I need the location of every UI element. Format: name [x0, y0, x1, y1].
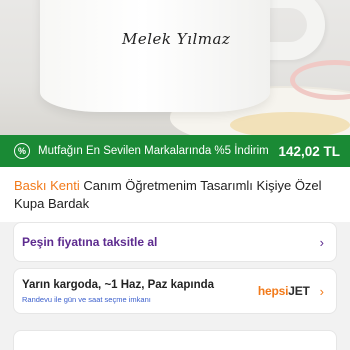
hepsijet-suffix: JET [288, 284, 310, 298]
shipping-card[interactable]: Yarın kargoda, ~1 Haz, Paz kapında Rande… [13, 268, 337, 314]
campaign-text: Mutfağın En Sevilen Markalarında %5 İndi… [38, 145, 269, 157]
installment-label: Peşin fiyatına taksitle al [22, 235, 158, 249]
product-price: 142,02 TL [278, 143, 340, 159]
campaign-bar[interactable]: % Mutfağın En Sevilen Markalarında %5 İn… [0, 135, 350, 167]
mug-body [40, 0, 270, 112]
chevron-right-icon: › [319, 283, 324, 299]
percent-badge-icon: % [14, 143, 30, 159]
shipping-title: Yarın kargoda, ~1 Haz, Paz kapında [22, 278, 215, 291]
hepsijet-logo: hepsiJET [258, 284, 310, 298]
mug-personalized-text: Melek Yılmaz [122, 30, 231, 48]
chevron-right-icon: › [319, 234, 324, 250]
plate-food-decoration [230, 112, 350, 135]
shipping-info: Yarın kargoda, ~1 Haz, Paz kapında Rande… [22, 279, 258, 304]
installment-card[interactable]: Peşin fiyatına taksitle al › [13, 222, 337, 262]
next-card [13, 330, 337, 350]
product-page: Melek Yılmaz % Mutfağın En Sevilen Marka… [0, 0, 350, 350]
hepsijet-prefix: hepsi [257, 284, 289, 298]
brand-link[interactable]: Baskı Kenti [14, 178, 80, 193]
product-image[interactable]: Melek Yılmaz [0, 0, 350, 135]
product-title-block: Baskı Kenti Canım Öğretmenim Tasarımlı K… [0, 167, 350, 222]
shipping-subtitle: Randevu ile gün ve saat seçme imkanı [22, 294, 151, 304]
